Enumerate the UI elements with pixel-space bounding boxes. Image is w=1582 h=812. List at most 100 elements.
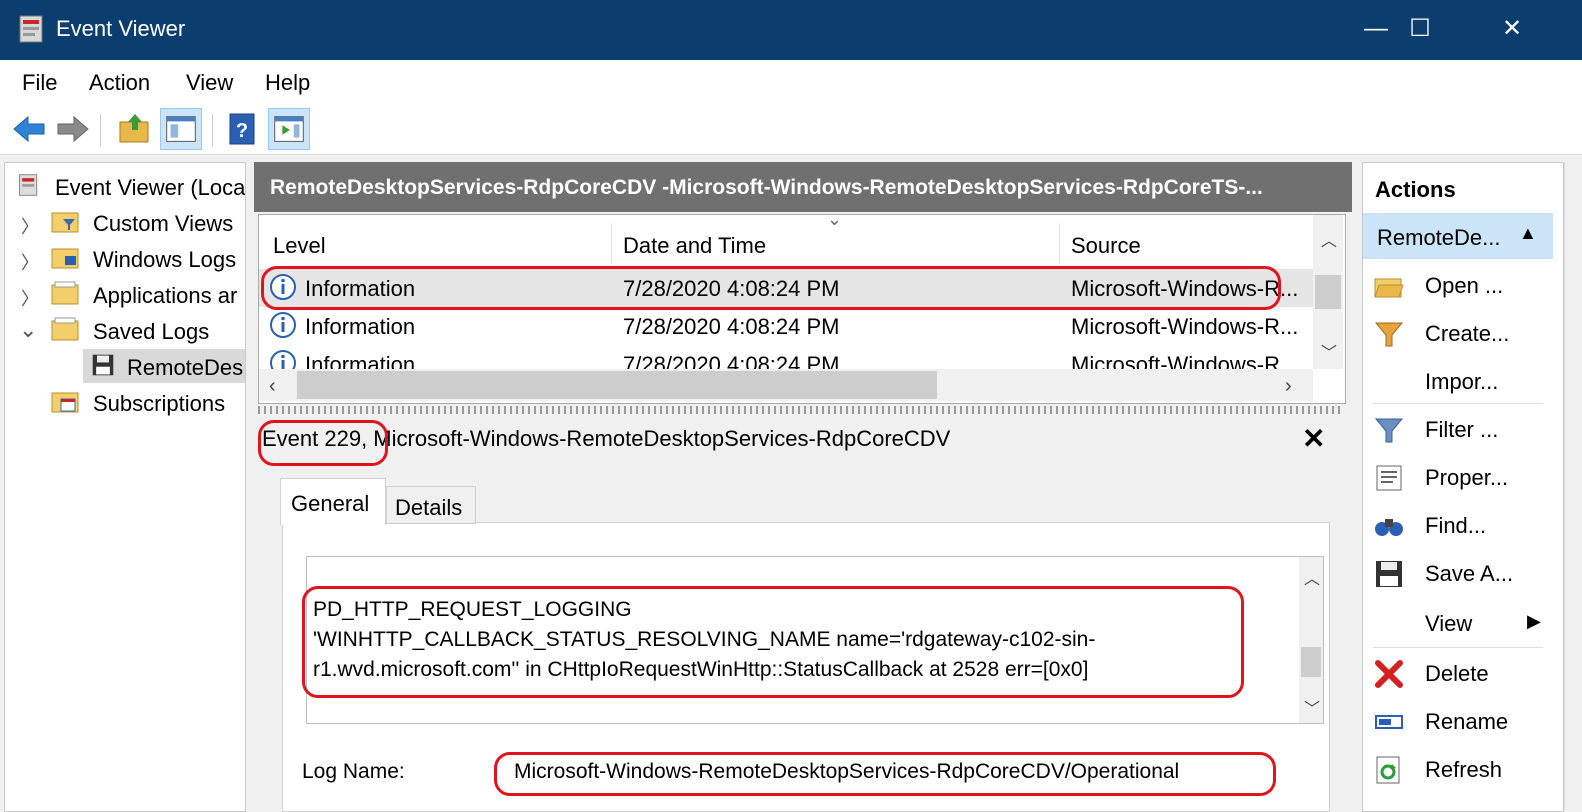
toolbar: ? — [0, 104, 1582, 155]
actions-scrollbar[interactable] — [1564, 162, 1582, 810]
action-save[interactable]: Save A... — [1363, 551, 1553, 597]
level-cell: Information — [305, 314, 416, 339]
tree-item-label: Windows Logs — [93, 247, 237, 272]
highlight-annotation — [261, 266, 1281, 310]
show-hide-action-pane-icon[interactable] — [268, 108, 310, 150]
folder-filter-icon — [51, 212, 79, 233]
scroll-thumb[interactable] — [1315, 275, 1341, 309]
tree-item-subscriptions[interactable]: Subscriptions — [11, 385, 245, 419]
source-cell: Microsoft-Windows-R... — [1071, 314, 1299, 339]
scroll-thumb[interactable] — [297, 371, 937, 399]
scroll-down-icon[interactable]: ﹀ — [1321, 339, 1337, 363]
action-delete[interactable]: Delete — [1363, 651, 1553, 697]
log-name-label: Log Name: — [302, 760, 405, 783]
vertical-scrollbar[interactable]: ︿ ﹀ — [1313, 215, 1343, 369]
scroll-down-icon[interactable]: ﹀ — [1304, 695, 1320, 719]
help-icon[interactable]: ? — [222, 108, 264, 150]
forward-arrow-icon[interactable] — [52, 108, 94, 150]
action-view[interactable]: View ▶ — [1363, 601, 1553, 647]
submenu-arrow-icon: ▶ — [1527, 611, 1541, 631]
close-detail-icon[interactable]: ✕ — [1302, 422, 1325, 455]
tree-item-label: Applications ar — [93, 283, 238, 308]
save-disk-icon — [1376, 561, 1402, 587]
navigation-tree: Event Viewer (Loca 〉 Custom Views 〉 Wind… — [4, 162, 246, 812]
scroll-thumb[interactable] — [1301, 647, 1321, 677]
action-label: Open ... — [1425, 273, 1504, 298]
action-filter[interactable]: Filter ... — [1363, 407, 1553, 453]
actions-divider — [1373, 647, 1543, 648]
chevron-down-icon[interactable]: ⌄ — [19, 317, 37, 343]
action-import[interactable]: Impor... — [1363, 359, 1553, 405]
info-icon — [270, 312, 296, 338]
action-rename[interactable]: Rename — [1363, 699, 1553, 745]
maximize-button[interactable]: ☐ — [1374, 0, 1466, 60]
tree-item-saved-logs[interactable]: ⌄ Saved Logs — [11, 313, 245, 347]
tab-details[interactable]: Details — [386, 486, 476, 524]
menu-action[interactable]: Action — [89, 70, 150, 96]
show-hide-tree-icon[interactable] — [160, 108, 202, 150]
action-label: Proper... — [1425, 465, 1509, 490]
actions-pane: Actions RemoteDe... ▲ Open ... Create...… — [1362, 162, 1564, 812]
title-bar: Event Viewer — ☐ ✕ — [0, 0, 1582, 60]
toolbar-divider — [212, 114, 213, 146]
up-folder-icon[interactable] — [114, 108, 156, 150]
tree-item-applications[interactable]: 〉 Applications ar — [11, 277, 245, 311]
action-label: Filter ... — [1425, 417, 1499, 442]
action-label: Find... — [1425, 513, 1487, 538]
highlight-annotation — [258, 420, 388, 466]
actions-section-header[interactable]: RemoteDe... ▲ — [1363, 213, 1553, 259]
action-find[interactable]: Find... — [1363, 503, 1553, 549]
filter-icon — [1374, 418, 1404, 443]
actions-section-label: RemoteDe... — [1377, 225, 1501, 250]
column-divider — [1059, 223, 1060, 263]
action-label: Save A... — [1425, 561, 1514, 586]
tab-general[interactable]: General — [280, 478, 386, 525]
refresh-icon — [1376, 756, 1400, 784]
scroll-up-icon[interactable]: ︿ — [1321, 227, 1337, 251]
floppy-disk-icon — [92, 354, 114, 376]
chevron-right-icon[interactable]: 〉 — [21, 285, 39, 311]
tree-item-label: Custom Views — [93, 211, 234, 236]
horizontal-scrollbar[interactable]: ‹ › — [259, 369, 1313, 401]
properties-icon — [1376, 465, 1402, 491]
pane-splitter[interactable] — [258, 406, 1344, 414]
scroll-up-icon[interactable]: ︿ — [1304, 565, 1320, 589]
action-open[interactable]: Open ... — [1363, 263, 1553, 309]
tree-item-windows-logs[interactable]: 〉 Windows Logs — [11, 241, 245, 275]
menu-bar: File Action View Help — [0, 60, 1582, 104]
close-window-button[interactable]: ✕ — [1466, 0, 1558, 60]
actions-title: Actions — [1375, 177, 1456, 202]
description-scrollbar[interactable]: ︿ ﹀ — [1299, 557, 1323, 723]
tree-item-custom-views[interactable]: 〉 Custom Views — [11, 205, 245, 239]
action-refresh[interactable]: Refresh — [1363, 747, 1553, 793]
column-divider — [611, 223, 612, 263]
event-viewer-icon — [19, 174, 38, 196]
menu-file[interactable]: File — [22, 70, 57, 96]
svg-text:?: ? — [236, 120, 248, 142]
event-viewer-app-icon — [19, 15, 43, 43]
chevron-right-icon[interactable]: 〉 — [21, 249, 39, 275]
sort-indicator-icon: ⌄ — [827, 214, 843, 229]
folder-icon — [51, 281, 79, 305]
actions-divider — [1373, 403, 1543, 404]
tree-item-label: RemoteDes — [127, 355, 244, 380]
action-properties[interactable]: Proper... — [1363, 455, 1553, 501]
chevron-right-icon[interactable]: 〉 — [21, 213, 39, 239]
tree-item-remotedes[interactable]: RemoteDes — [83, 349, 245, 383]
table-row[interactable]: Information 7/28/2020 4:08:24 PM Microso… — [259, 345, 1313, 371]
scroll-left-icon[interactable]: ‹ — [269, 375, 276, 398]
tree-item-label: Subscriptions — [93, 391, 226, 416]
open-folder-icon — [1374, 278, 1404, 298]
table-row[interactable]: Information 7/28/2020 4:08:24 PM Microso… — [259, 307, 1313, 345]
menu-view[interactable]: View — [186, 70, 233, 96]
folder-icon — [51, 317, 79, 341]
datetime-cell: 7/28/2020 4:08:24 PM — [623, 314, 840, 339]
scroll-right-icon[interactable]: › — [1285, 375, 1292, 398]
back-arrow-icon[interactable] — [8, 108, 50, 150]
menu-help[interactable]: Help — [265, 70, 310, 96]
collapse-triangle-icon[interactable]: ▲ — [1519, 223, 1537, 244]
action-label: Impor... — [1425, 369, 1499, 394]
tree-item-root[interactable]: Event Viewer (Loca — [11, 169, 245, 203]
delete-x-icon — [1375, 660, 1403, 688]
action-create[interactable]: Create... — [1363, 311, 1553, 357]
